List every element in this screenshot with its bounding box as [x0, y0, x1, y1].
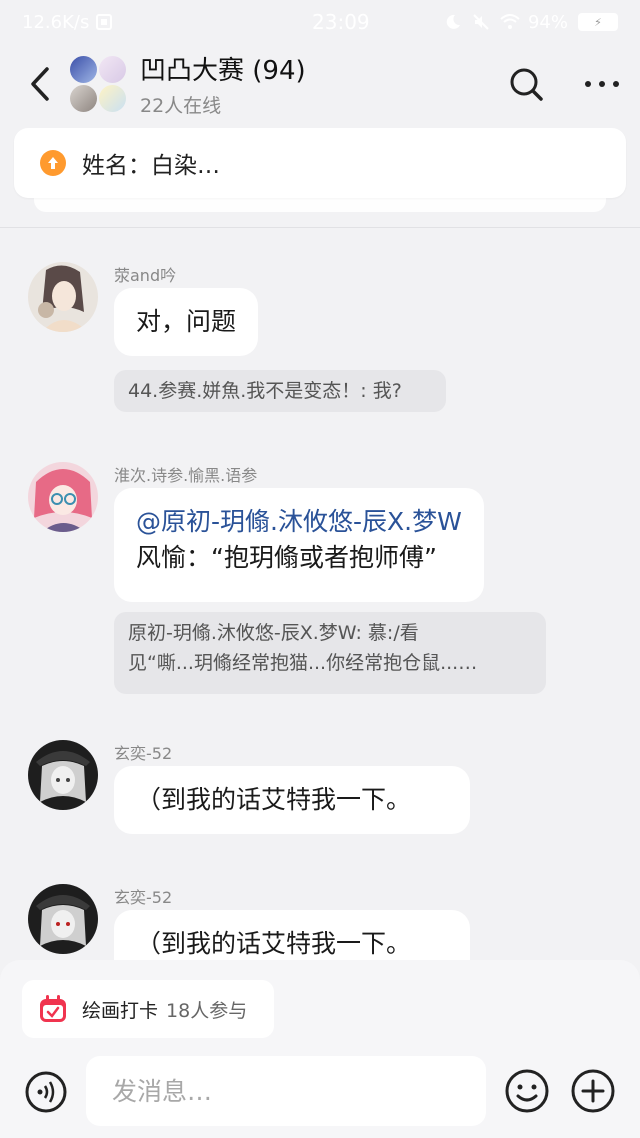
- message-bubble[interactable]: @原初-玥翛.沐攸悠-辰X.梦W 风愉：“抱玥翛或者抱师傅”: [114, 488, 484, 602]
- group-title: 凹凸大赛 (94): [140, 56, 306, 86]
- input-row: [0, 1056, 640, 1128]
- calendar-icon: [40, 995, 66, 1022]
- wifi-icon: [500, 13, 520, 31]
- avatar[interactable]: [28, 462, 98, 532]
- message-text: 风愉：“抱玥翛或者抱师傅”: [136, 543, 437, 572]
- quote-line: 见“嘶...玥翛经常抱猫...你经常抱仓鼠...…: [128, 652, 478, 674]
- online-count: 22人在线: [140, 95, 222, 117]
- emoji-icon: [505, 1069, 549, 1113]
- sender-name: 淮次.诗参.愉黑.语参: [114, 466, 258, 485]
- checkin-chip[interactable]: 绘画打卡 18人参与: [22, 980, 274, 1038]
- more-button[interactable]: [564, 44, 640, 124]
- voice-icon: [25, 1071, 67, 1113]
- network-speed: 12.6K/s: [22, 11, 90, 33]
- pinned-text: 姓名：白染…: [82, 153, 220, 179]
- message-bubble[interactable]: （到我的话艾特我一下。: [114, 766, 470, 834]
- avatar[interactable]: [28, 262, 98, 332]
- checkin-label: 绘画打卡: [82, 999, 159, 1022]
- moon-icon: [444, 13, 462, 31]
- sender-name: 荥and吟: [114, 266, 177, 285]
- divider: [0, 227, 640, 228]
- message-bubble[interactable]: 对，问题: [114, 288, 259, 356]
- sim-icon: [95, 13, 113, 31]
- composer-panel: 绘画打卡 18人参与: [0, 960, 640, 1138]
- sender-name: 玄奕-52: [114, 888, 173, 907]
- checkin-count: 18人参与: [166, 999, 248, 1022]
- arrow-up-icon: [40, 150, 66, 176]
- plus-icon: [571, 1069, 615, 1113]
- chat-header: 凹凸大赛 (94) 22人在线: [0, 44, 640, 124]
- emoji-button[interactable]: [504, 1068, 550, 1114]
- message-input[interactable]: [86, 1056, 486, 1126]
- sender-name: 玄奕-52: [114, 744, 173, 763]
- back-button[interactable]: [0, 44, 80, 124]
- search-button[interactable]: [488, 44, 564, 124]
- quote-line: 原初-玥翛.沐攸悠-辰X.梦W: 慕:/看: [128, 622, 419, 644]
- mute-icon: [472, 13, 490, 31]
- add-button[interactable]: [570, 1068, 616, 1114]
- group-avatar[interactable]: [70, 56, 126, 112]
- title-block[interactable]: 凹凸大赛 (94) 22人在线: [140, 50, 488, 118]
- pinned-message[interactable]: 姓名：白染…: [14, 128, 626, 198]
- search-icon: [510, 68, 543, 101]
- mention-link[interactable]: @原初-玥翛.沐攸悠-辰X.梦W: [136, 504, 462, 540]
- quoted-message[interactable]: 44.参赛.姘魚.我不是变态！: 我?: [114, 370, 446, 412]
- clock: 23:09: [312, 10, 370, 34]
- status-bar: 12.6K/s 23:09 94% ⚡: [0, 0, 640, 44]
- avatar[interactable]: [28, 740, 98, 810]
- quoted-message[interactable]: 原初-玥翛.沐攸悠-辰X.梦W: 慕:/看 见“嘶...玥翛经常抱猫...你经常…: [114, 612, 546, 694]
- voice-button[interactable]: [24, 1070, 68, 1114]
- battery-icon: ⚡: [578, 13, 618, 31]
- more-icon: [585, 81, 619, 87]
- battery-percent: 94%: [527, 11, 568, 33]
- avatar[interactable]: [28, 884, 98, 954]
- chevron-left-icon: [31, 67, 49, 101]
